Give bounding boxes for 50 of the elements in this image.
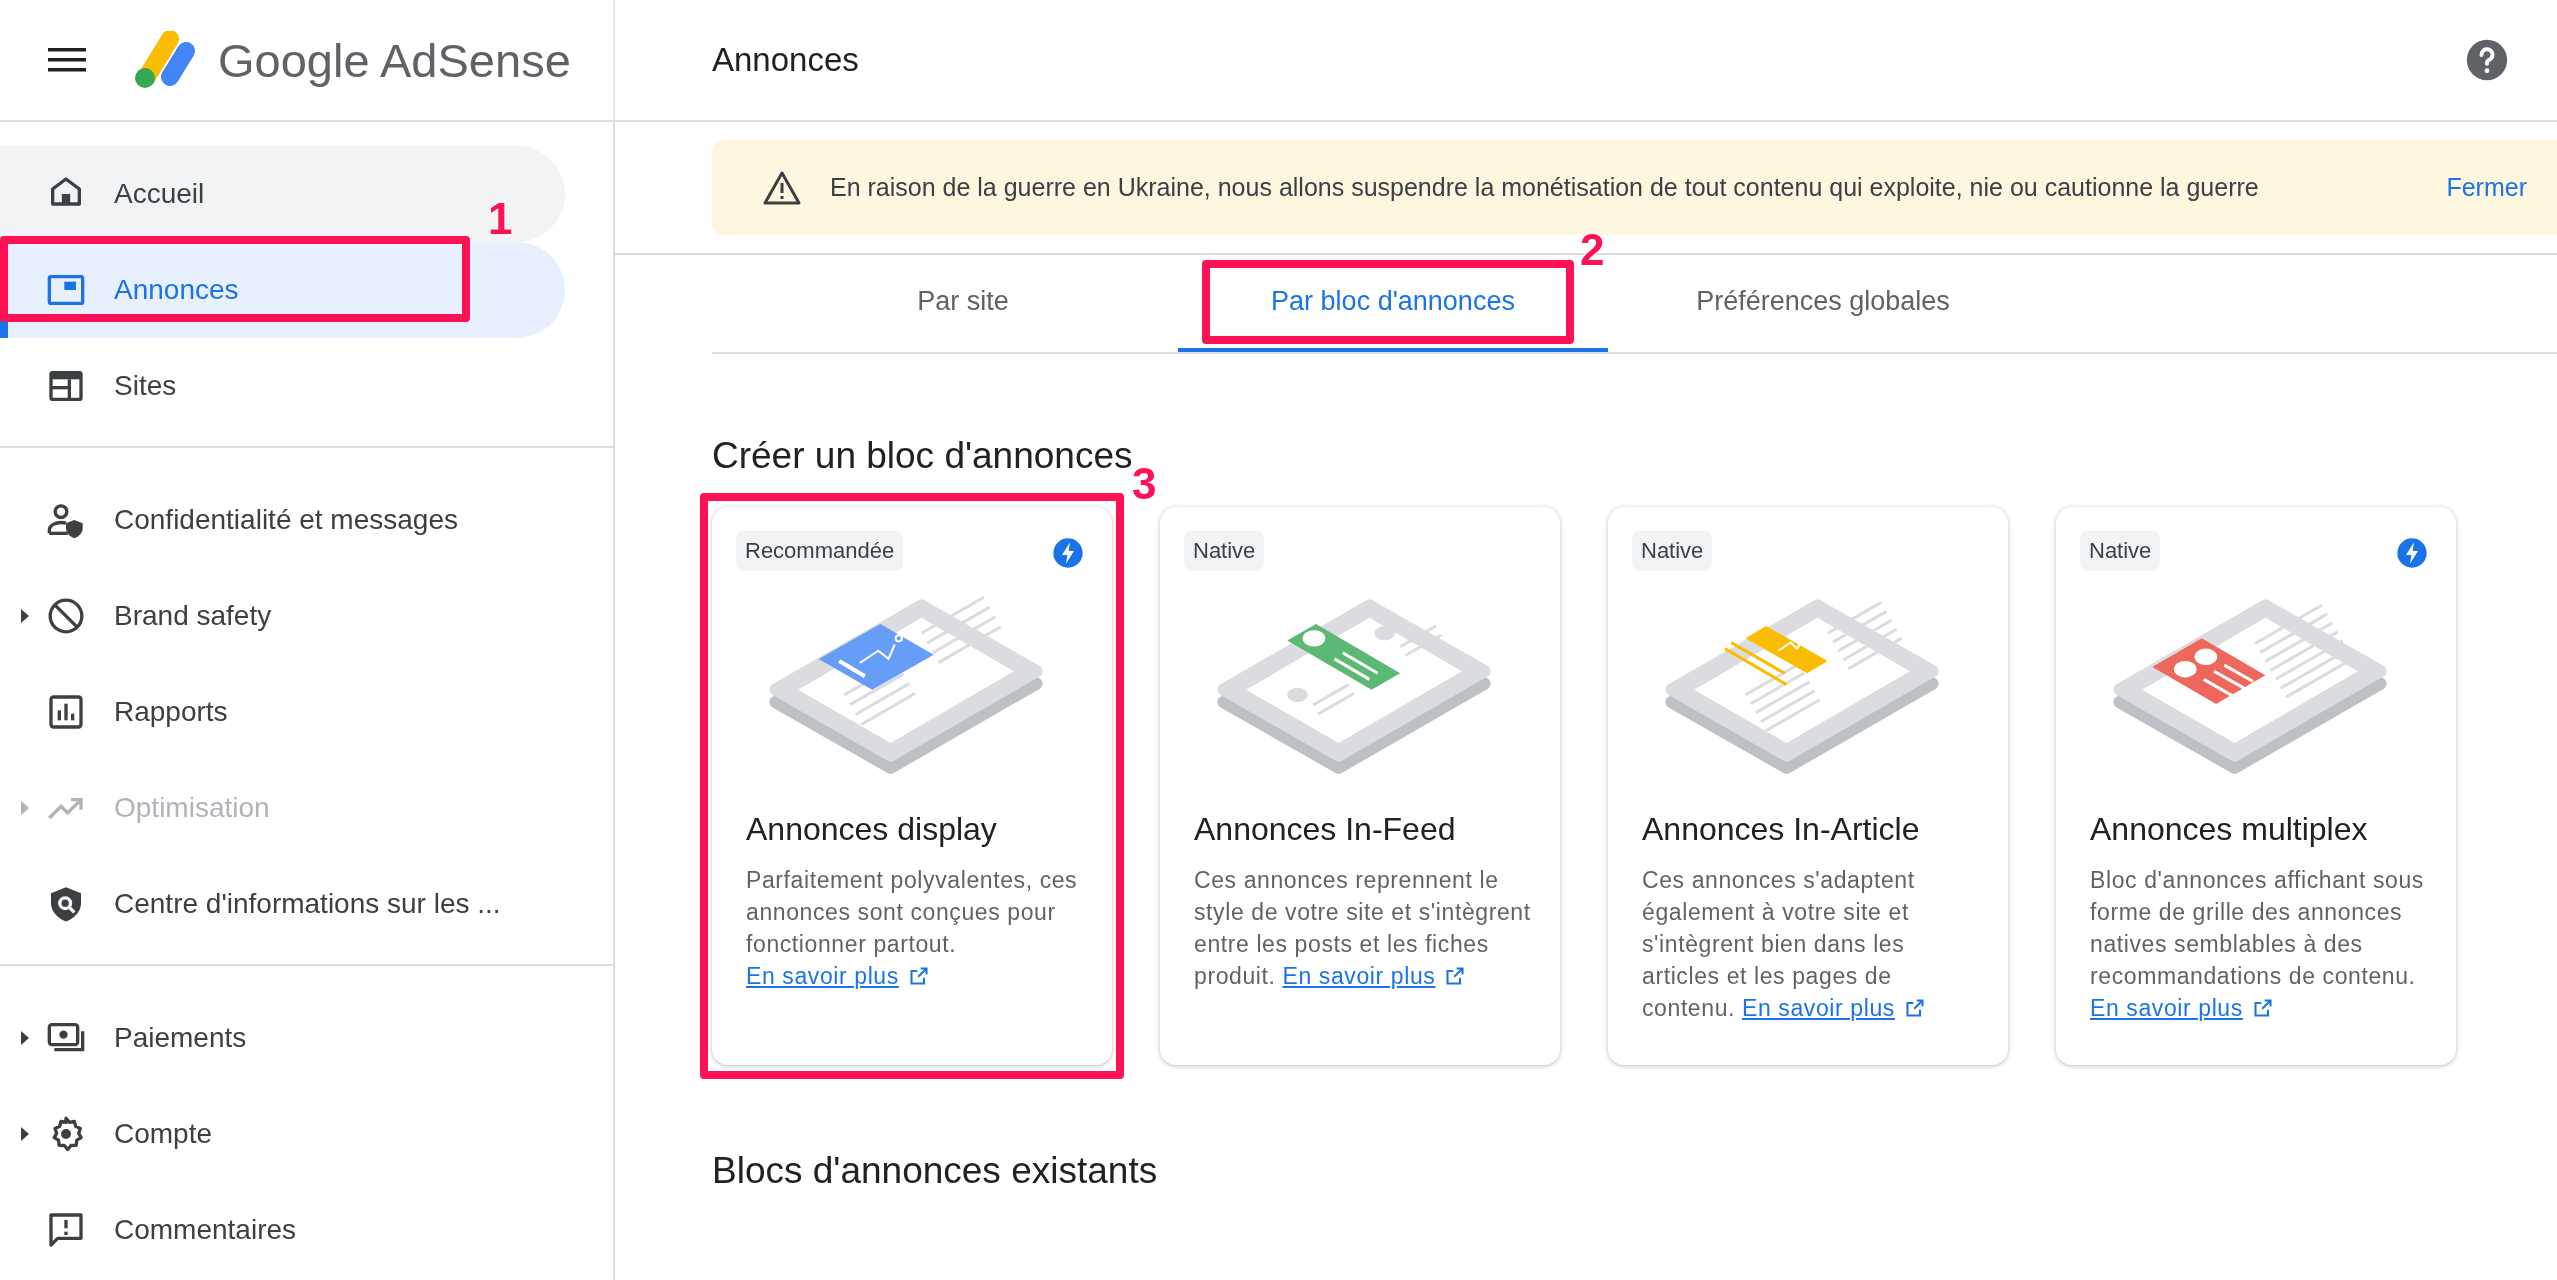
tag: Recommandée <box>736 531 904 571</box>
learn-more-link[interactable]: En savoir plus <box>2090 995 2273 1021</box>
help-icon[interactable] <box>2465 38 2509 82</box>
warning-icon <box>762 169 802 206</box>
card-description: Bloc d'annonces affichant sous forme de grille des annonces natives semblables à des recommandations de contenu. En savoir plus <box>2090 866 2425 1023</box>
learn-more-link[interactable]: En savoir plus <box>1282 963 1466 989</box>
ad-type-card[interactable]: Recommandée Annonces display Parfaitement polyvalentes, ces annonces sont conçues pour fonctionner partout. En savoir plus <box>712 507 1112 1065</box>
tag: Native <box>1632 531 1713 571</box>
external-link-icon <box>2252 998 2273 1018</box>
feedback-icon <box>46 1210 86 1250</box>
section-heading: Blocs d'annonces existants <box>712 1150 1159 1192</box>
card-description: Parfaitement polyvalentes, ces annonces sont conçues pour fonctionner partout. En savoir plus <box>746 866 1079 991</box>
nav-item[interactable]: Sites <box>0 338 565 434</box>
external-link-icon <box>1445 966 1466 986</box>
callout-number: 1 <box>488 194 513 244</box>
tab[interactable]: Par site <box>748 255 1178 352</box>
nav-item[interactable]: Brand safety <box>0 568 565 664</box>
caret-icon[interactable] <box>20 1126 30 1142</box>
external-link-icon <box>1904 998 1925 1018</box>
nav-item[interactable]: Paiements <box>0 990 565 1086</box>
ad-type-card[interactable]: Native Annonces multiplex Bloc d'annonces affichant sous forme de grille des annonces natives semblables à des recommandations de contenu. En savoir plus <box>2056 507 2456 1065</box>
card-title: Annonces In-Feed <box>1194 811 1457 848</box>
nav-item[interactable]: Compte <box>0 1086 565 1182</box>
external-link-icon <box>908 966 929 986</box>
caret-icon[interactable] <box>20 1030 30 1046</box>
learn-more-link[interactable]: En savoir plus <box>746 963 929 989</box>
section-heading: Créer un bloc d'annonces <box>712 435 1133 477</box>
banner-message: En raison de la guerre en Ukraine, nous allons suspendre la monétisation de tout contenu qui exploite, nie ou cautionne la guerre <box>830 173 2260 202</box>
page-title: Annonces <box>712 41 860 79</box>
nav-item[interactable]: Centre d'informations sur les ... <box>0 856 565 952</box>
nav-item[interactable]: Commentaires <box>0 1182 565 1278</box>
tab[interactable]: Préférences globales <box>1608 255 2038 352</box>
card-title: Annonces In-Article <box>1642 811 1921 848</box>
caret-icon[interactable] <box>20 608 30 624</box>
tag: Native <box>2080 531 2161 571</box>
card-description: Ces annonces reprennent le style de votre site et s'intègrent entre les posts et les fiches produit. En savoir plus <box>1194 866 1532 991</box>
callout-number: 3 <box>1132 459 1157 509</box>
tag: Native <box>1184 531 1265 571</box>
bar-chart-icon <box>46 692 86 732</box>
app-name: Google AdSense <box>218 32 571 88</box>
card-title: Annonces multiplex <box>2090 811 2369 848</box>
card-title: Annonces display <box>746 811 998 848</box>
ad-type-card[interactable]: Native Annonces In-Article Ces annonces s'adaptent également à votre site et s'intègrent bien dans les articles et les pages de contenu. En savoir plus <box>1608 507 2008 1065</box>
nav-item[interactable]: Rapports <box>0 664 565 760</box>
nav-item[interactable]: Confidentialité et messages <box>0 472 565 568</box>
ad-type-card[interactable]: Native Annonces In-Feed Ces annonces reprennent le style de votre site et s'intègrent entre les posts et les fiches produit. En savoir plus <box>1160 507 1560 1065</box>
card-description: Ces annonces s'adaptent également à votre site et s'intègrent bien dans les articles et les pages de contenu. En savoir plus <box>1642 864 1984 1024</box>
learn-more-link[interactable]: En savoir plus <box>1742 995 1925 1021</box>
block-icon <box>46 596 86 636</box>
close-link[interactable]: Fermer <box>2430 165 2543 210</box>
